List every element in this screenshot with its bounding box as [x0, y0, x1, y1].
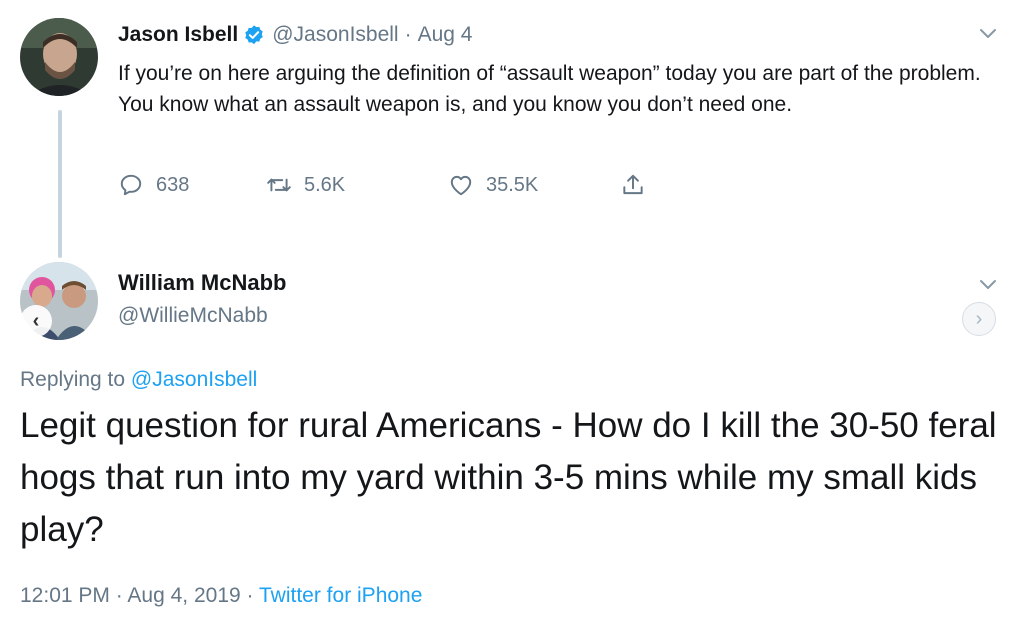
jason-isbell-avatar[interactable] [20, 18, 98, 96]
replying-to: Replying to @JasonIsbell [20, 368, 257, 392]
chevron-down-icon[interactable] [978, 278, 998, 292]
replying-to-handle[interactable]: @JasonIsbell [131, 368, 257, 391]
reply-button[interactable]: 638 [118, 170, 189, 200]
share-icon [623, 174, 643, 195]
heart-icon [450, 175, 472, 196]
reply-metadata: 12:01 PM · Aug 4, 2019 · Twitter for iPh… [20, 584, 422, 608]
verified-badge-icon [245, 25, 263, 45]
replying-label: Replying to [20, 368, 126, 391]
reply-author-handle[interactable]: @WillieMcNabb [118, 304, 268, 328]
reply-date[interactable]: Aug 4, 2019 [127, 584, 240, 607]
retweet-icon [267, 178, 291, 192]
meta-separator: · [246, 584, 254, 607]
chevron-left-icon[interactable]: ‹ [20, 305, 52, 337]
reply-icon [120, 174, 142, 196]
reply-count: 638 [156, 173, 190, 196]
share-button[interactable] [620, 170, 646, 200]
reply-text: Legit question for rural Americans - How… [20, 406, 997, 549]
reply-source[interactable]: Twitter for iPhone [259, 584, 422, 607]
retweet-count: 5.6K [304, 173, 346, 196]
tweet-header: Jason Isbell @JasonIsbell · Aug 4 [118, 20, 473, 50]
thread-line [58, 110, 62, 258]
like-count: 35.5K [486, 173, 539, 196]
reply-time[interactable]: 12:01 PM [20, 584, 110, 607]
meta-separator: · [115, 584, 123, 607]
retweet-button[interactable]: 5.6K [266, 170, 345, 200]
tweet-date[interactable]: Aug 4 [418, 23, 473, 47]
chevron-down-icon[interactable] [978, 27, 998, 41]
like-button[interactable]: 35.5K [448, 170, 538, 200]
reply-author-name[interactable]: William McNabb [118, 270, 287, 296]
chevron-right-icon[interactable]: › [962, 302, 996, 336]
author-name[interactable]: Jason Isbell [118, 23, 238, 47]
header-separator: · [404, 23, 412, 46]
author-handle[interactable]: @JasonIsbell [272, 23, 398, 47]
tweet-text: If you’re on here arguing the definition… [118, 62, 981, 116]
